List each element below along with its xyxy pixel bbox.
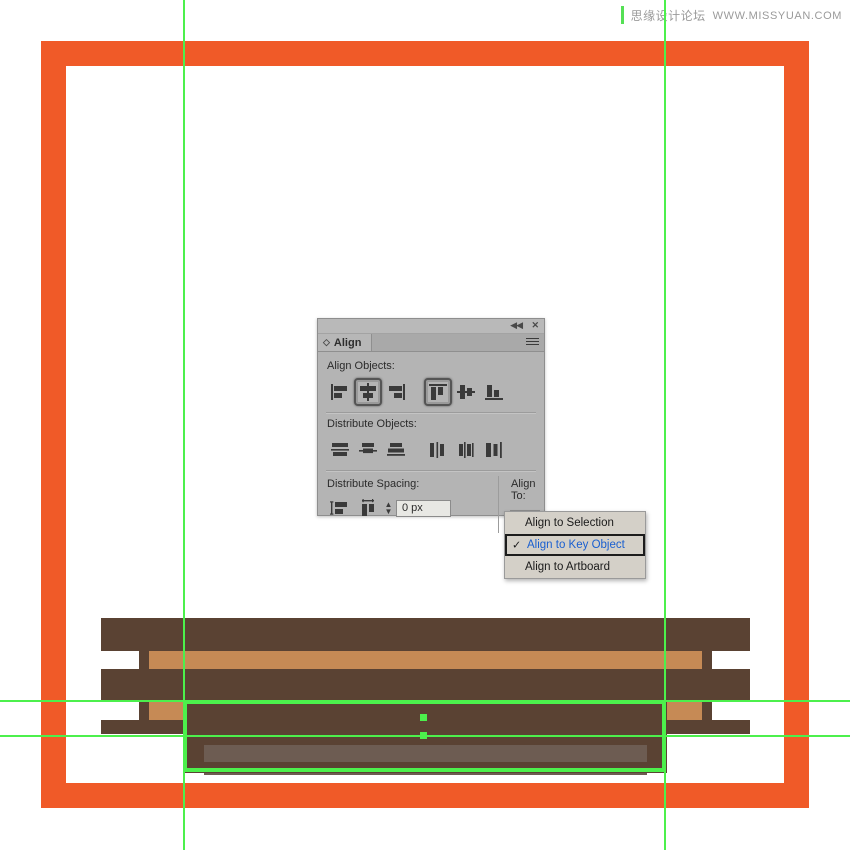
horizontal-distribute-spacing-button[interactable] (354, 494, 382, 522)
horizontal-distribute-center-button[interactable] (452, 436, 480, 464)
guide-horizontal-top (0, 700, 850, 702)
watermark-green-bar (620, 6, 624, 24)
horizontal-align-center-icon (360, 383, 376, 401)
wooden-bench-group[interactable] (101, 618, 750, 775)
spacing-stepper[interactable]: ▲ ▼ (382, 499, 395, 517)
distribute-objects-label: Distribute Objects: (327, 418, 417, 430)
menu-item-align-to-artboard[interactable]: Align to Artboard (505, 556, 645, 578)
menu-item-align-to-selection-label: Align to Selection (525, 517, 614, 529)
menu-item-align-to-key-object[interactable]: ✓ Align to Key Object (505, 534, 645, 556)
section-divider-2 (326, 470, 536, 472)
horizontal-distribute-right-button[interactable] (480, 436, 508, 464)
menu-item-align-to-artboard-label: Align to Artboard (525, 561, 611, 573)
horizontal-distribute-right-icon (486, 442, 502, 458)
panel-tab-row: ◇ Align (318, 334, 544, 352)
watermark: 思缘设计论坛 WWW.MISSYUAN.COM (620, 6, 842, 24)
vertical-align-top-icon (429, 384, 447, 400)
vertical-align-center-button[interactable] (452, 378, 480, 406)
vertical-distribute-spacing-icon (330, 501, 347, 515)
distribute-objects-button-row (326, 435, 536, 465)
tab-align[interactable]: ◇ Align (318, 334, 373, 351)
align-objects-button-row (326, 377, 536, 407)
guide-vertical-right (664, 0, 666, 850)
horizontal-align-center-button[interactable] (354, 378, 382, 406)
vertical-align-top-button[interactable] (424, 378, 452, 406)
panel-body: Align Objects: Distribute Objects: Distr… (318, 352, 544, 533)
distribute-spacing-controls: ▲ ▼ 0 px (326, 495, 498, 521)
watermark-url-text: WWW.MISSYUAN.COM (712, 9, 842, 22)
horizontal-align-right-button[interactable] (382, 378, 410, 406)
horizontal-align-left-button[interactable] (326, 378, 354, 406)
bench-seat-front-face[interactable] (184, 762, 667, 773)
watermark-chinese-text: 思缘设计论坛 (630, 9, 706, 23)
bench-backrest-top-rail[interactable] (101, 618, 750, 651)
illustrator-artboard-canvas: 思缘设计论坛 WWW.MISSYUAN.COM ◀◀ ✕ ◇ Align Ali… (0, 0, 850, 850)
tab-diamond-icon: ◇ (323, 337, 330, 347)
horizontal-distribute-left-button[interactable] (424, 436, 452, 464)
guide-vertical-left (183, 0, 185, 850)
horizontal-align-left-icon (331, 384, 347, 400)
tab-align-label: Align (333, 336, 362, 349)
bench-backrest-middle-rail[interactable] (101, 669, 750, 702)
collapse-panel-icon[interactable]: ◀◀ (510, 320, 523, 330)
vertical-align-bottom-button[interactable] (480, 378, 508, 406)
bench-slat-upper[interactable] (149, 651, 702, 669)
vertical-distribute-center-button[interactable] (354, 436, 382, 464)
horizontal-distribute-spacing-icon (362, 499, 374, 516)
align-panel[interactable]: ◀◀ ✕ ◇ Align Align Objects: Distribute O… (317, 318, 545, 533)
distribute-spacing-section: Distribute Spacing: ▲ ▼ 0 px (326, 476, 498, 521)
horizontal-align-right-icon (389, 384, 405, 400)
panel-menu-icon[interactable] (526, 338, 539, 347)
horizontal-distribute-left-icon (430, 442, 444, 458)
selection-anchor-point-top[interactable] (420, 714, 427, 721)
section-divider-1 (326, 412, 536, 414)
distribute-spacing-label: Distribute Spacing: (327, 478, 420, 490)
align-objects-label: Align Objects: (327, 360, 395, 372)
align-to-dropdown-menu[interactable]: Align to Selection ✓ Align to Key Object… (504, 511, 646, 579)
vertical-distribute-bottom-icon (387, 443, 405, 456)
vertical-distribute-spacing-button[interactable] (326, 494, 354, 522)
selection-anchor-point-center[interactable] (420, 732, 427, 739)
stepper-down-icon[interactable]: ▼ (385, 508, 393, 516)
vertical-align-bottom-icon (485, 385, 503, 400)
vertical-distribute-top-button[interactable] (326, 436, 354, 464)
menu-item-align-to-selection[interactable]: Align to Selection (505, 512, 645, 534)
menu-item-align-to-key-object-label: Align to Key Object (527, 539, 625, 551)
panel-title-bar[interactable]: ◀◀ ✕ (318, 319, 544, 334)
horizontal-distribute-center-icon (459, 442, 474, 458)
spacing-input-value: 0 px (402, 502, 423, 514)
vertical-align-center-icon (457, 385, 475, 399)
check-icon: ✓ (512, 539, 522, 552)
vertical-distribute-center-icon (359, 443, 377, 454)
align-to-label: Align To: (511, 478, 536, 502)
spacing-input[interactable]: 0 px (396, 499, 451, 517)
vertical-distribute-top-icon (331, 443, 349, 456)
close-panel-icon[interactable]: ✕ (531, 320, 539, 330)
vertical-distribute-bottom-button[interactable] (382, 436, 410, 464)
